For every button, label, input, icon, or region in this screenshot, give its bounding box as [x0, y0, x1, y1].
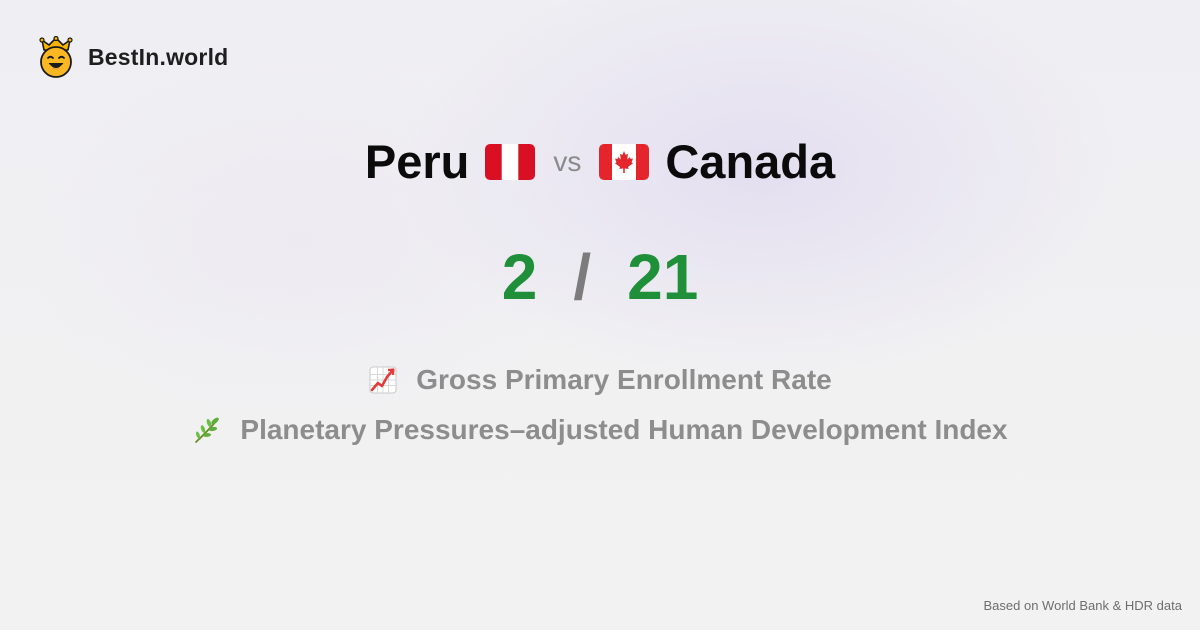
left-score: 2: [501, 241, 538, 313]
score-display: 2 / 21: [0, 240, 1200, 314]
metric-item: Planetary Pressures–adjusted Human Devel…: [192, 412, 1008, 448]
metrics-list: Gross Primary Enrollment Rate Planetary …: [0, 362, 1200, 448]
herb-icon: [195, 417, 220, 443]
crowned-smiley-icon: [39, 36, 73, 78]
brand-name: BestIn.world: [88, 43, 229, 70]
metric-item: Gross Primary Enrollment Rate: [368, 362, 832, 398]
left-country-name: Peru: [364, 135, 470, 188]
comparison-title: Peru vs Canada: [0, 134, 1200, 189]
canada-flag-icon: [599, 143, 650, 180]
score-divider: /: [573, 241, 592, 313]
peru-flag-icon: [485, 143, 536, 180]
right-country-name: Canada: [665, 135, 836, 188]
metric-label: Planetary Pressures–adjusted Human Devel…: [240, 414, 1008, 445]
brand-logo[interactable]: BestIn.world: [38, 36, 228, 78]
right-score: 21: [627, 241, 699, 313]
background: [0, 0, 1200, 630]
vs-separator: vs: [553, 145, 582, 177]
data-source-note: Based on World Bank & HDR data: [983, 598, 1182, 613]
metric-label: Gross Primary Enrollment Rate: [416, 364, 832, 395]
chart-increasing-icon: [369, 366, 397, 394]
